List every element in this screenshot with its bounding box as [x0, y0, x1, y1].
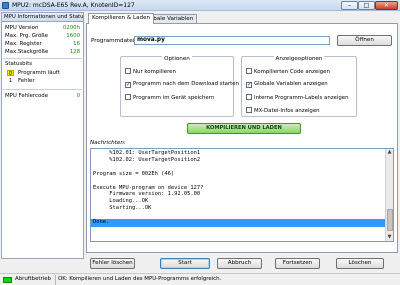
display-options-group: Anzeigeoptionen Kompilierten Code anzeig…: [241, 56, 357, 117]
delete-button[interactable]: Löschen: [336, 258, 384, 269]
checkbox-box[interactable]: [125, 68, 131, 74]
info-value: 0: [76, 93, 80, 99]
program-file-field[interactable]: mova.py: [134, 36, 330, 45]
options-group-title: Optionen: [121, 56, 233, 62]
options-group: Optionen Nur kompilieren ✓ Programm nach …: [120, 56, 239, 117]
info-value: 0200h: [62, 25, 80, 31]
window-title: MPU2: mcDSA-E65 Rev.A, KnotenID=127: [12, 1, 135, 9]
checkbox-kompilierten-code[interactable]: Kompilierten Code anzeigen: [246, 68, 330, 75]
statusbits-label: Statusbits: [5, 61, 33, 67]
clear-errors-button[interactable]: Fehler löschen: [90, 258, 135, 269]
continue-button[interactable]: Fortsetzen: [275, 258, 320, 269]
checkbox-label: Programm im Gerät speichern: [133, 95, 215, 101]
messages-log[interactable]: %102.01: UserTargetPosition1 %102.02: Us…: [90, 148, 394, 242]
options-title-text: Optionen: [162, 56, 192, 62]
messages-text: %102.01: UserTargetPosition1 %102.02: Us…: [93, 150, 204, 226]
checkbox-label: Interne Programm-Labels anzeigen: [254, 95, 349, 101]
checkbox-box[interactable]: [246, 107, 252, 113]
info-label: Max. Prg. Größe: [5, 33, 48, 39]
info-row-register: Max. Register 16: [5, 40, 82, 48]
divider: [55, 275, 56, 285]
info-row-version: MPU Version 0200h: [5, 24, 82, 32]
scroll-up-icon[interactable]: ▲: [386, 149, 393, 156]
checkbox-box[interactable]: [246, 94, 252, 100]
checkbox-interne-labels[interactable]: Interne Programm-Labels anzeigen: [246, 94, 349, 101]
checkbox-nur-kompilieren[interactable]: Nur kompilieren: [125, 68, 176, 75]
checkbox-programm-starten[interactable]: ✓ Programm nach dem Download starten: [125, 81, 239, 88]
compile-load-button[interactable]: KOMPILIEREN UND LADEN: [187, 123, 301, 134]
checkbox-globale-variablen[interactable]: ✓ Globale Variablen anzeigen: [246, 81, 328, 88]
mpu-info-panel: MPU Informationen und Status MPU Version…: [1, 12, 84, 259]
status-message: OK: Kompilieren und Laden des MPU-Progra…: [58, 276, 222, 282]
checkbox-label: Programm nach dem Download starten: [133, 81, 240, 87]
divider: [3, 58, 82, 59]
status-bit-0-indicator: 0: [7, 70, 14, 77]
info-row-stack: Max.Stackgröße 128: [5, 48, 82, 56]
mpu-info-header: MPU Informationen und Status: [2, 13, 83, 22]
checkbox-label: Kompilierten Code anzeigen: [254, 69, 330, 75]
app-icon: [2, 2, 9, 9]
scroll-thumb[interactable]: [387, 209, 393, 231]
close-button[interactable]: ✕: [375, 1, 398, 10]
checkbox-label: Nur kompilieren: [133, 69, 176, 75]
status-bar: Abruftbetrieb OK: Kompilieren und Laden …: [0, 273, 400, 285]
info-label: Max.Stackgröße: [5, 49, 49, 55]
checkbox-label: Globale Variablen anzeigen: [254, 81, 328, 87]
display-options-group-title: Anzeigeoptionen: [242, 56, 356, 62]
info-label: MPU Version: [5, 25, 39, 31]
divider: [3, 89, 82, 90]
abort-button[interactable]: Abbruch: [217, 258, 262, 269]
mode-led-icon: [3, 277, 12, 283]
program-file-label: Programmdatei: [91, 38, 135, 44]
info-label: Max. Register: [5, 41, 42, 47]
info-label: MPU Fehlercode: [5, 93, 49, 99]
messages-scrollbar[interactable]: ▲ ▼: [385, 149, 393, 241]
messages-label: Nachrichten:: [90, 140, 126, 146]
checkbox-label: MX-Datei-Infos anzeigen: [254, 108, 320, 114]
check-icon[interactable]: ✓: [125, 82, 131, 88]
display-options-title-text: Anzeigeoptionen: [273, 56, 325, 62]
checkbox-box[interactable]: [246, 68, 252, 74]
minimize-button[interactable]: –: [341, 1, 358, 10]
open-button[interactable]: Öffnen: [337, 35, 392, 46]
checkbox-box[interactable]: [125, 94, 131, 100]
status-bit-1-indicator: 1: [8, 78, 13, 84]
title-bar: MPU2: mcDSA-E65 Rev.A, KnotenID=127 – □ …: [0, 0, 400, 11]
check-icon[interactable]: ✓: [246, 82, 252, 88]
tab-compile-load[interactable]: Kompilieren & Laden: [88, 13, 155, 24]
info-row-prg-size: Max. Prg. Größe 1600: [5, 32, 82, 40]
info-row-fehlercode: MPU Fehlercode 0: [5, 92, 82, 100]
info-value: 16: [73, 41, 80, 47]
status-bit-1-label: Fehler: [18, 78, 35, 84]
status-mode: Abruftbetrieb: [15, 276, 51, 282]
maximize-button[interactable]: □: [358, 1, 375, 10]
scroll-down-icon[interactable]: ▼: [386, 234, 393, 241]
checkbox-programm-speichern[interactable]: Programm im Gerät speichern: [125, 94, 214, 101]
info-value: 1600: [66, 33, 80, 39]
start-button[interactable]: Start: [160, 258, 210, 269]
info-value: 128: [69, 49, 80, 55]
checkbox-mx-datei-infos[interactable]: MX-Datei-Infos anzeigen: [246, 107, 320, 114]
status-bit-0-label: Programm läuft: [18, 70, 60, 76]
